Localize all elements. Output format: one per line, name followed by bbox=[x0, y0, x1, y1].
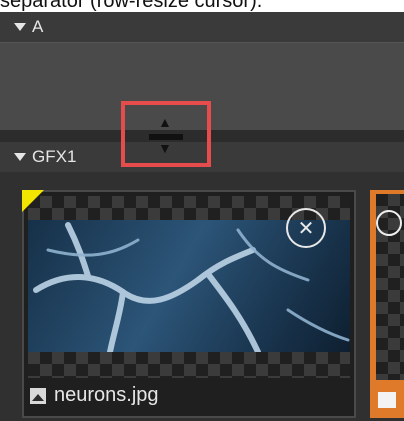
row-resize-icon: ▲ ▼ bbox=[121, 101, 211, 167]
screenshot-root: separator (row-resize cursor). A GFX1 ✕ … bbox=[0, 0, 404, 421]
caption-text: separator (row-resize cursor). bbox=[0, 0, 263, 12]
triangle-down-icon bbox=[14, 23, 26, 31]
triangle-down-icon bbox=[14, 153, 26, 161]
arrow-up-icon: ▲ bbox=[158, 114, 172, 130]
media-tile-neurons[interactable]: ✕ neurons.jpg bbox=[22, 190, 356, 418]
film-icon bbox=[378, 392, 396, 408]
arrow-down-icon: ▼ bbox=[158, 140, 172, 156]
image-icon bbox=[30, 387, 46, 404]
close-icon[interactable]: ✕ bbox=[286, 208, 326, 248]
filename-label: neurons.jpg bbox=[54, 384, 159, 406]
section-title: GFX1 bbox=[32, 147, 77, 166]
tile-caption: neurons.jpg bbox=[30, 384, 159, 407]
close-icon[interactable] bbox=[376, 210, 402, 236]
selection-corner-marker bbox=[22, 190, 44, 212]
canvas: A GFX1 ✕ neurons.jpg ▲ ▼ bbox=[0, 12, 404, 421]
section-header-a[interactable]: A bbox=[0, 12, 404, 42]
media-tile-2[interactable] bbox=[370, 190, 404, 418]
section-title: A bbox=[32, 17, 44, 36]
